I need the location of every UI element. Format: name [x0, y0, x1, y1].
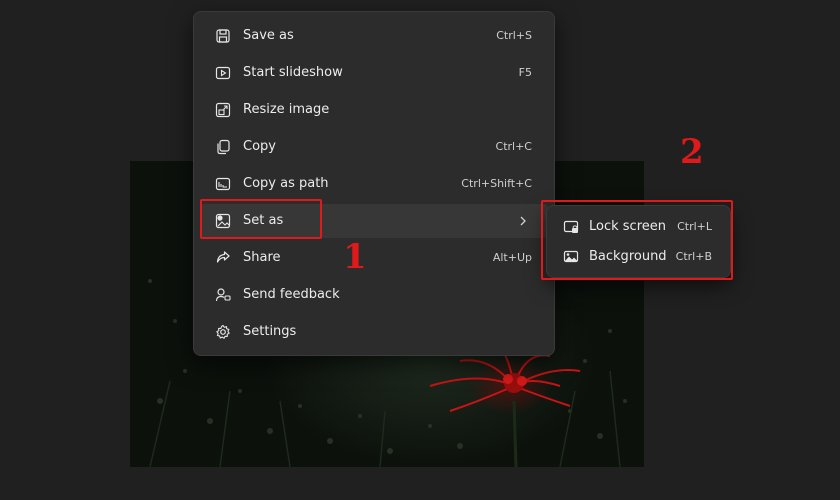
- menu-item-copy[interactable]: Copy Ctrl+C: [200, 130, 548, 164]
- menu-item-shortcut: Ctrl+Shift+C: [461, 177, 532, 190]
- menu-item-share[interactable]: Share Alt+Up: [200, 241, 548, 275]
- context-menu: Save as Ctrl+S Start slideshow F5 Resize…: [193, 11, 555, 356]
- highlight-submenu: [541, 200, 733, 280]
- menu-item-shortcut: Ctrl+S: [496, 29, 532, 42]
- copy-path-icon: [215, 177, 231, 191]
- resize-icon: [215, 102, 231, 118]
- feedback-icon: [215, 288, 231, 302]
- settings-icon: [216, 324, 230, 339]
- menu-item-shortcut: Alt+Up: [492, 251, 532, 264]
- menu-item-label: Settings: [243, 324, 297, 339]
- menu-item-start-slideshow[interactable]: Start slideshow F5: [200, 56, 548, 90]
- menu-item-label: Share: [243, 250, 281, 265]
- menu-item-send-feedback[interactable]: Send feedback: [200, 278, 548, 312]
- menu-item-settings[interactable]: Settings: [200, 315, 548, 349]
- menu-item-resize-image[interactable]: Resize image: [200, 93, 548, 127]
- step-number-2: 2: [680, 132, 704, 172]
- chevron-right-icon: [520, 216, 526, 226]
- save-icon: [216, 29, 230, 43]
- menu-item-label: Copy as path: [243, 176, 329, 191]
- menu-item-shortcut: F5: [518, 66, 532, 79]
- menu-item-shortcut: Ctrl+C: [495, 140, 532, 153]
- menu-item-copy-as-path[interactable]: Copy as path Ctrl+Shift+C: [200, 167, 548, 201]
- menu-item-label: Send feedback: [243, 287, 340, 302]
- menu-item-label: Save as: [243, 28, 294, 43]
- menu-item-label: Copy: [243, 139, 276, 154]
- menu-item-label: Resize image: [243, 102, 330, 117]
- copy-icon: [217, 139, 230, 155]
- step-number-1: 1: [343, 237, 367, 277]
- menu-item-label: Start slideshow: [243, 65, 343, 80]
- highlight-set-as: [200, 199, 322, 239]
- slideshow-icon: [215, 66, 231, 80]
- menu-item-save-as[interactable]: Save as Ctrl+S: [200, 19, 548, 53]
- share-icon: [216, 251, 230, 263]
